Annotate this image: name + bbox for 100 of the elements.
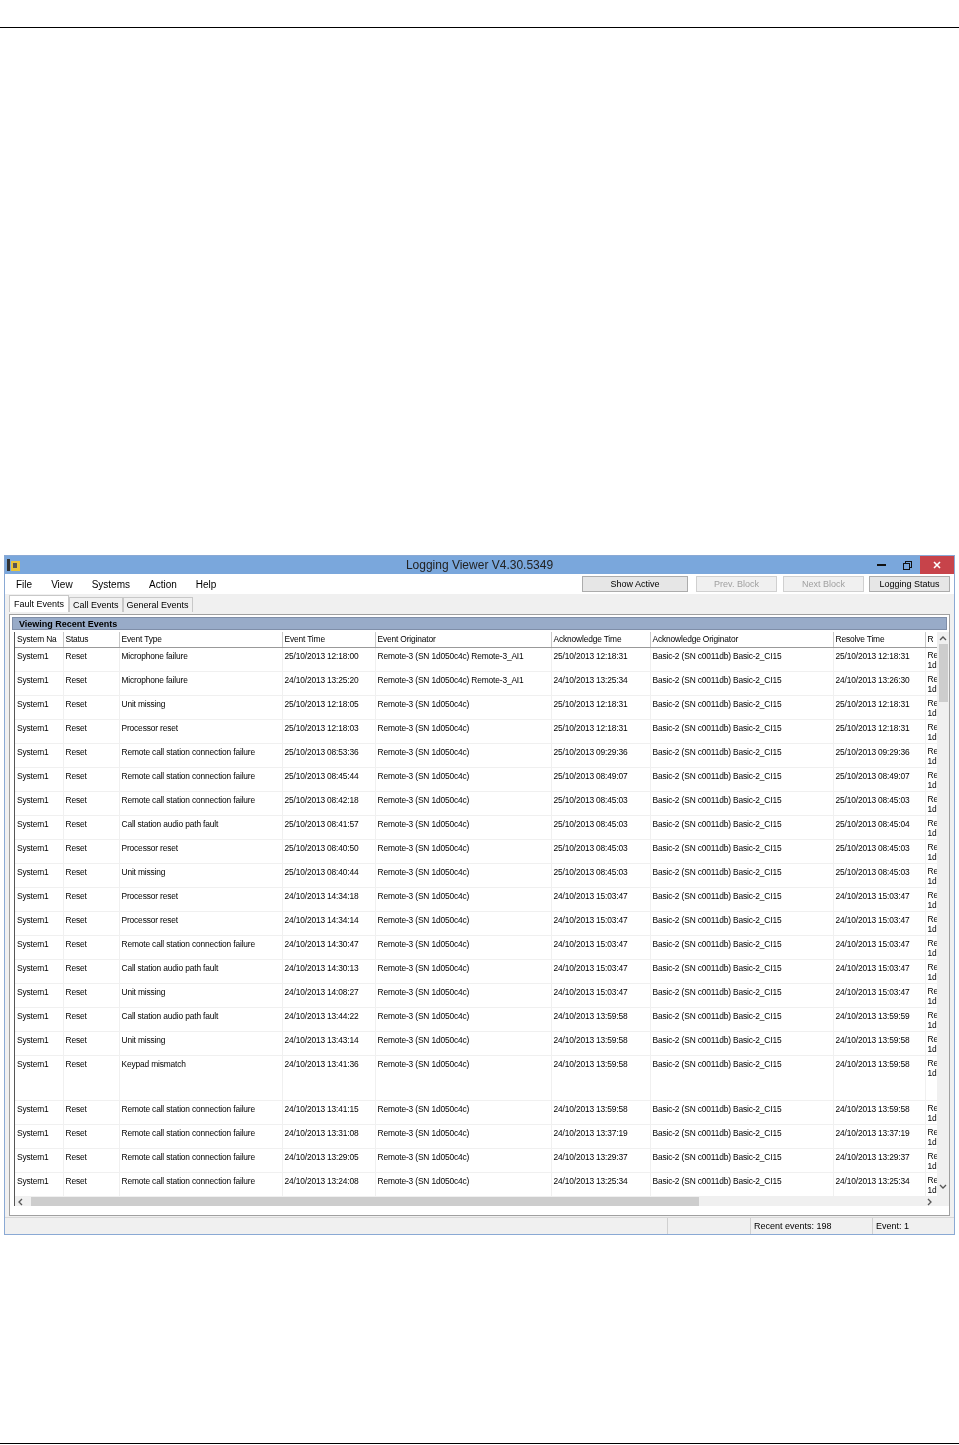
column-header[interactable]: Event Time (282, 632, 375, 647)
menu-item[interactable]: File (5, 576, 41, 592)
table-cell: System1 (15, 959, 63, 983)
table-cell: Reset (63, 1148, 119, 1172)
tab[interactable]: General Events (122, 597, 193, 612)
column-header[interactable]: Event Originator (375, 632, 551, 647)
table-cell: Remote-3 (SN 1d050c4c) (375, 863, 551, 887)
table-cell: 25/10/2013 08:45:03 (833, 791, 925, 815)
table-cell: Remote-3 (SN 1d050c4c) (375, 695, 551, 719)
table-cell: 24/10/2013 15:03:47 (551, 935, 650, 959)
table-cell: 24/10/2013 13:26:30 (833, 671, 925, 695)
scroll-thumb[interactable] (31, 1196, 699, 1206)
table-cell: System1 (15, 1007, 63, 1031)
table-cell: System1 (15, 1172, 63, 1196)
table-cell: Remote-3 (SN 1d050c4c) (375, 719, 551, 743)
panel-title: Viewing Recent Events (12, 617, 947, 630)
table-cell: Basic-2 (SN c0011db) Basic-2_CI15 (650, 791, 833, 815)
table-cell: 24/10/2013 13:59:59 (833, 1007, 925, 1031)
table-cell: 24/10/2013 15:03:47 (833, 935, 925, 959)
menu-item[interactable]: Systems (80, 576, 138, 592)
table-cell: 25/10/2013 12:18:05 (282, 695, 375, 719)
table-cell: System1 (15, 983, 63, 1007)
table-cell: Remote-3 (SN 1d050c4c) (375, 983, 551, 1007)
table-cell: 24/10/2013 13:29:37 (551, 1148, 650, 1172)
horizontal-scrollbar[interactable] (15, 1196, 938, 1206)
table-cell: Basic-2 (SN c0011db) Basic-2_CI15 (650, 671, 833, 695)
table-cell: Unit missing (119, 695, 282, 719)
close-icon (933, 561, 941, 569)
toolbar-button[interactable]: Show Active (582, 576, 688, 592)
column-header[interactable]: Status (63, 632, 119, 647)
table-cell: Basic-2 (SN c0011db) Basic-2_CI15 (650, 839, 833, 863)
table-cell: Basic-2 (SN c0011db) Basic-2_CI15 (650, 887, 833, 911)
table-cell: Reset (63, 671, 119, 695)
tab[interactable]: Call Events (69, 597, 123, 612)
table-cell: Remote-3 (SN 1d050c4c) (375, 911, 551, 935)
table-cell: Unit missing (119, 1031, 282, 1055)
table-cell: System1 (15, 671, 63, 695)
scroll-thumb[interactable] (938, 644, 948, 702)
table-cell: System1 (15, 719, 63, 743)
table-cell: Reset (63, 719, 119, 743)
table-cell: 25/10/2013 08:42:18 (282, 791, 375, 815)
table-cell: 24/10/2013 13:25:34 (551, 671, 650, 695)
table-cell: 24/10/2013 13:44:22 (282, 1007, 375, 1031)
table-cell: System1 (15, 743, 63, 767)
menu-item[interactable]: Help (184, 576, 225, 592)
table-cell: Basic-2 (SN c0011db) Basic-2_CI15 (650, 1172, 833, 1196)
table-cell: 24/10/2013 13:59:58 (833, 1100, 925, 1124)
table-cell: Reset (63, 743, 119, 767)
table-cell: 24/10/2013 14:34:18 (282, 887, 375, 911)
app-icon (6, 558, 22, 572)
table-cell: 25/10/2013 08:49:07 (833, 767, 925, 791)
table-cell: 24/10/2013 13:59:58 (551, 1100, 650, 1124)
table-cell: 24/10/2013 13:31:08 (282, 1124, 375, 1148)
table-cell: Call station audio path fault (119, 1007, 282, 1031)
table-cell: 25/10/2013 12:18:31 (551, 695, 650, 719)
table-cell: 24/10/2013 13:37:19 (833, 1124, 925, 1148)
column-header[interactable]: Acknowledge Originator (650, 632, 833, 647)
toolbar-button[interactable]: Logging Status (869, 576, 950, 592)
table-cell: Reset (63, 983, 119, 1007)
restore-icon (902, 560, 912, 570)
table-cell: Reset (63, 863, 119, 887)
table-cell: Remote-3 (SN 1d050c4c) (375, 959, 551, 983)
scroll-right-icon (927, 1198, 934, 1206)
table-cell: Basic-2 (SN c0011db) Basic-2_CI15 (650, 911, 833, 935)
table-cell: Basic-2 (SN c0011db) Basic-2_CI15 (650, 1007, 833, 1031)
table-cell: 24/10/2013 15:03:47 (551, 887, 650, 911)
table-cell: Basic-2 (SN c0011db) Basic-2_CI15 (650, 1148, 833, 1172)
column-header[interactable]: System Na (15, 632, 63, 647)
minimize-icon (876, 564, 886, 566)
menu-item[interactable]: View (40, 576, 81, 592)
table-cell: 24/10/2013 15:03:47 (833, 911, 925, 935)
column-header[interactable]: Resolve Time (833, 632, 925, 647)
table-cell: Basic-2 (SN c0011db) Basic-2_CI15 (650, 1031, 833, 1055)
table-cell: System1 (15, 1100, 63, 1124)
table-cell: 25/10/2013 08:41:57 (282, 815, 375, 839)
table-cell: Basic-2 (SN c0011db) Basic-2_CI15 (650, 863, 833, 887)
vertical-scrollbar[interactable] (937, 632, 949, 1206)
table-cell: Remote call station connection failure (119, 743, 282, 767)
table-cell: Remote-3 (SN 1d050c4c) Remote-3_AI1 (375, 671, 551, 695)
column-header[interactable]: Acknowledge Time (551, 632, 650, 647)
table-cell: Processor reset (119, 719, 282, 743)
table-cell: Remote-3 (SN 1d050c4c) Remote-3_AI1 (375, 647, 551, 671)
table-cell: 25/10/2013 09:29:36 (833, 743, 925, 767)
table-cell: 24/10/2013 14:30:47 (282, 935, 375, 959)
table-cell: Remote-3 (SN 1d050c4c) (375, 1031, 551, 1055)
table-cell: 25/10/2013 12:18:31 (833, 719, 925, 743)
table-cell: Remote-3 (SN 1d050c4c) (375, 1124, 551, 1148)
table-cell: Reset (63, 1172, 119, 1196)
table-cell: Remote call station connection failure (119, 1124, 282, 1148)
table-cell: 25/10/2013 12:18:03 (282, 719, 375, 743)
table-cell: 25/10/2013 08:45:44 (282, 767, 375, 791)
table-cell: Reset (63, 887, 119, 911)
table-cell: Basic-2 (SN c0011db) Basic-2_CI15 (650, 959, 833, 983)
tab[interactable]: Fault Events (9, 595, 70, 612)
table-cell: Remote-3 (SN 1d050c4c) (375, 1172, 551, 1196)
menu-item[interactable]: Action (137, 576, 185, 592)
table-cell: Reset (63, 815, 119, 839)
table-cell: Processor reset (119, 887, 282, 911)
status-text: Recent events: 198 (754, 1221, 832, 1231)
column-header[interactable]: Event Type (119, 632, 282, 647)
